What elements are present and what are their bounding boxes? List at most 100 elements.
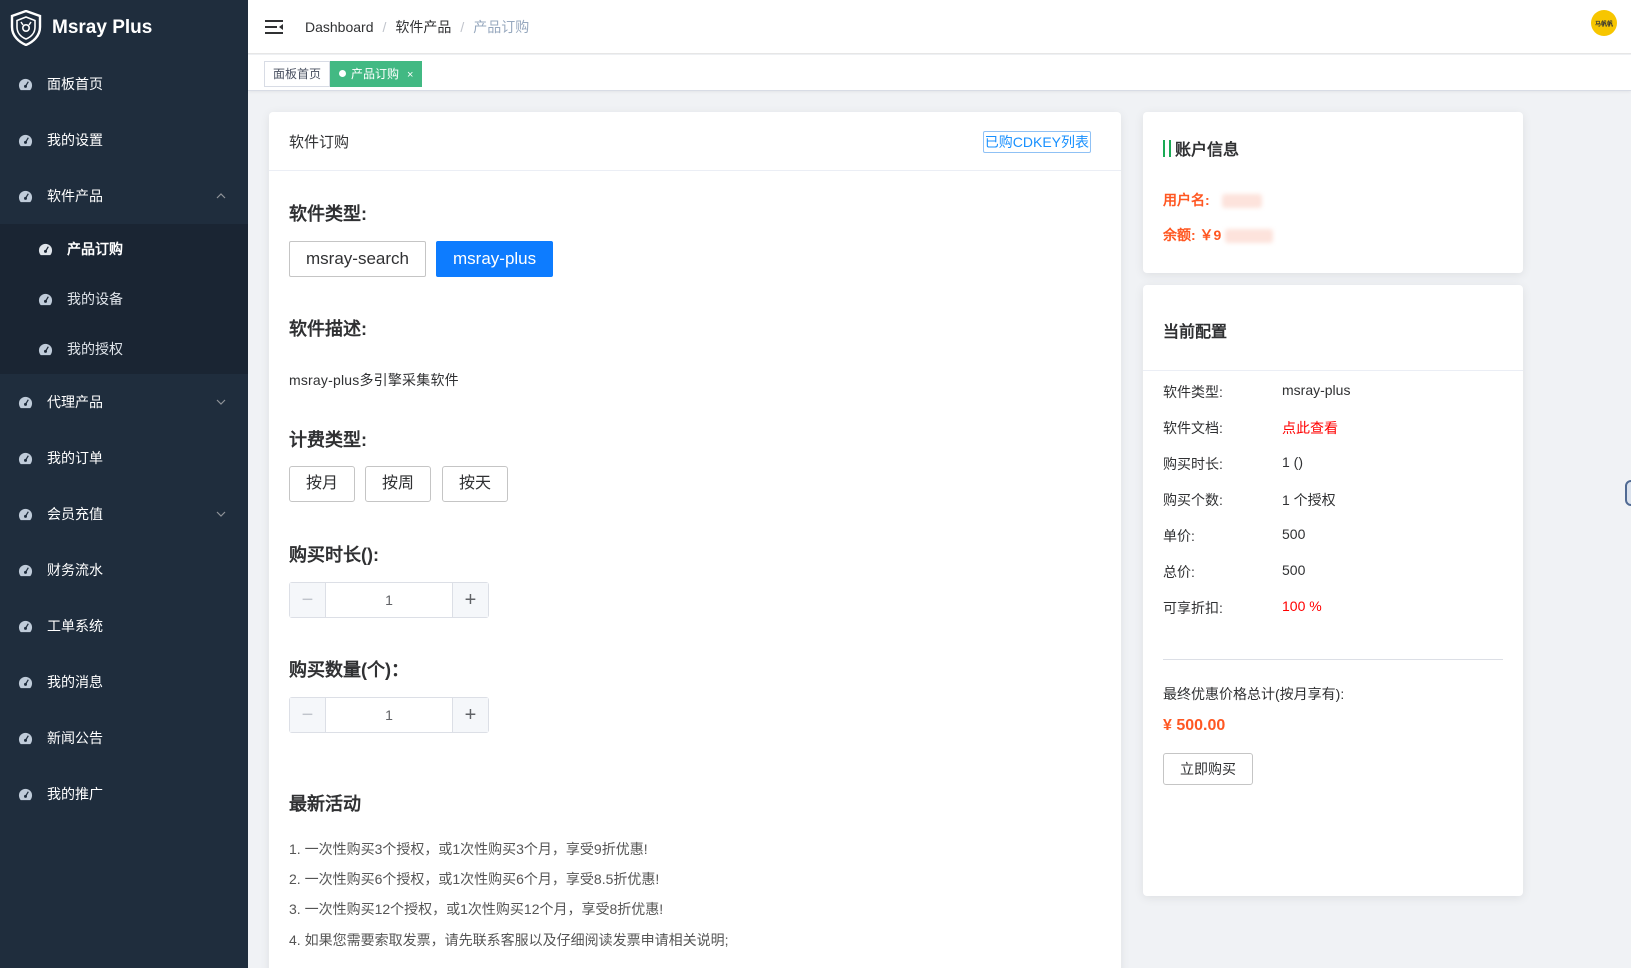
tag-label: 面板首页 [273,67,322,81]
tag-dashboard[interactable]: 面板首页 [264,61,331,87]
sidebar-item-label: 工单系统 [47,618,103,634]
dashboard-icon [18,395,33,410]
software-order-card: 软件订购 已购CDKEY列表 软件类型: msray-search msray-… [269,112,1121,968]
dashboard-icon [38,292,53,307]
sidebar-item-dashboard[interactable]: 面板首页 [0,56,248,112]
title-accent-bar [1163,139,1165,157]
breadcrumb-item-software[interactable]: 软件产品 [395,17,451,37]
sidebar-item-label: 我的授权 [67,341,123,357]
title-accent-bar [1169,139,1171,157]
quantity-value[interactable]: 1 [326,698,452,732]
breadcrumb-separator: / [382,18,387,35]
card-title: 软件订购 [289,133,350,151]
sidebar-item-label: 我的设置 [47,132,103,148]
activity-item: 3. 一次性购买12个授权，或1次性购买12个月，享受8折优惠! [289,901,664,917]
sidebar-item-label: 面板首页 [47,76,103,92]
balance-row: 余额: ￥9 [1163,225,1274,245]
sidebar-item-messages[interactable]: 我的消息 [0,654,248,710]
submenu-software-products: 产品订购 我的设备 我的授权 [0,224,248,374]
card-header: 软件订购 已购CDKEY列表 [269,112,1121,171]
breadcrumb: Dashboard / 软件产品 / 产品订购 [305,17,529,37]
buy-now-button[interactable]: 立即购买 [1163,753,1253,785]
avatar[interactable]: 马帆帆 [1591,10,1617,36]
duration-title: 购买时长(): [289,545,379,565]
type-option-msray-search[interactable]: msray-search [289,241,426,277]
sidebar-item-my-orders[interactable]: 我的订单 [0,430,248,486]
dashboard-icon [18,787,33,802]
sidebar-item-proxy-products[interactable]: 代理产品 [0,374,248,430]
sidebar-item-tickets[interactable]: 工单系统 [0,598,248,654]
chevron-up-icon [216,193,226,199]
sidebar-item-my-devices[interactable]: 我的设备 [0,274,248,324]
sidebar-item-label: 软件产品 [47,188,103,204]
billing-monthly-button[interactable]: 按月 [289,466,356,502]
tags-view: 面板首页 产品订购 × [248,55,1631,91]
dashboard-icon [18,133,33,148]
account-title-text: 账户信息 [1175,142,1240,159]
balance-redacted [1225,229,1274,244]
sidebar-item-promotion[interactable]: 我的推广 [0,766,248,822]
sidebar-item-label: 新闻公告 [47,730,103,746]
sidebar-item-product-order[interactable]: 产品订购 [0,224,248,274]
close-icon[interactable]: × [407,69,413,81]
increment-button[interactable]: + [452,583,488,617]
config-key: 软件类型: [1163,384,1223,400]
tag-product-order[interactable]: 产品订购 × [330,61,423,87]
dashboard-icon [18,619,33,634]
divider [1163,659,1503,660]
username-row: 用户名: [1163,190,1262,210]
duration-stepper: − 1 + [289,582,489,618]
config-row-discount: 可享折扣: 100 % [1163,598,1503,618]
breadcrumb-item-dashboard[interactable]: Dashboard [305,19,374,35]
config-value: 1 个授权 [1282,492,1336,508]
dashboard-icon [38,342,53,357]
sidebar-item-label: 我的消息 [47,674,103,690]
config-value: 500 [1282,562,1306,578]
floating-side-widget[interactable] [1625,480,1631,506]
config-value: 1 () [1282,454,1303,470]
billing-weekly-button[interactable]: 按周 [365,466,432,502]
final-price-label: 最终优惠价格总计(按月享有): [1163,686,1345,702]
description-title: 软件描述: [289,319,367,339]
sidebar-item-software-products[interactable]: 软件产品 [0,168,248,224]
cdkey-list-button[interactable]: 已购CDKEY列表 [982,131,1091,153]
decrement-button[interactable]: − [290,583,326,617]
config-key: 总价: [1163,564,1195,580]
logo[interactable]: Msray Plus [0,0,248,56]
username-label: 用户名: [1163,192,1210,208]
current-config-card: 当前配置 软件类型: msray-plus 软件文档: 点此查看 购买时长: 1… [1143,285,1523,896]
chevron-down-icon [216,399,226,405]
config-header: 当前配置 [1143,285,1523,371]
sidebar-item-label: 我的推广 [47,786,103,802]
dashboard-icon [18,731,33,746]
sidebar-item-label: 我的订单 [47,450,103,466]
sidebar-item-news[interactable]: 新闻公告 [0,710,248,766]
config-key: 购买时长: [1163,456,1223,472]
dashboard-icon [18,675,33,690]
config-key: 购买个数: [1163,492,1223,508]
docs-link[interactable]: 点此查看 [1282,418,1338,438]
config-value: 500 [1282,526,1306,542]
config-key: 单价: [1163,528,1195,544]
sidebar-item-recharge[interactable]: 会员充值 [0,486,248,542]
type-option-msray-plus[interactable]: msray-plus [436,241,554,277]
tag-label: 产品订购 [351,67,400,81]
config-row-docs: 软件文档: 点此查看 [1163,418,1503,438]
config-key: 可享折扣: [1163,600,1223,616]
app-title: Msray Plus [52,17,153,38]
activity-title: 最新活动 [289,794,361,814]
dashboard-icon [18,563,33,578]
balance-label: 余额: ￥9 [1163,227,1222,243]
username-redacted [1221,194,1262,209]
sidebar-item-my-licenses[interactable]: 我的授权 [0,324,248,374]
duration-value[interactable]: 1 [326,583,452,617]
sidebar-item-settings[interactable]: 我的设置 [0,112,248,168]
chevron-down-icon [216,511,226,517]
hamburger-menu-icon[interactable] [265,19,283,35]
billing-daily-button[interactable]: 按天 [442,466,509,502]
increment-button[interactable]: + [452,698,488,732]
decrement-button[interactable]: − [290,698,326,732]
sidebar: Msray Plus 面板首页 我的设置 软件产品 产品订购 我的设备 我的授权… [0,0,248,968]
software-type-title: 软件类型: [289,204,367,224]
sidebar-item-finance[interactable]: 财务流水 [0,542,248,598]
